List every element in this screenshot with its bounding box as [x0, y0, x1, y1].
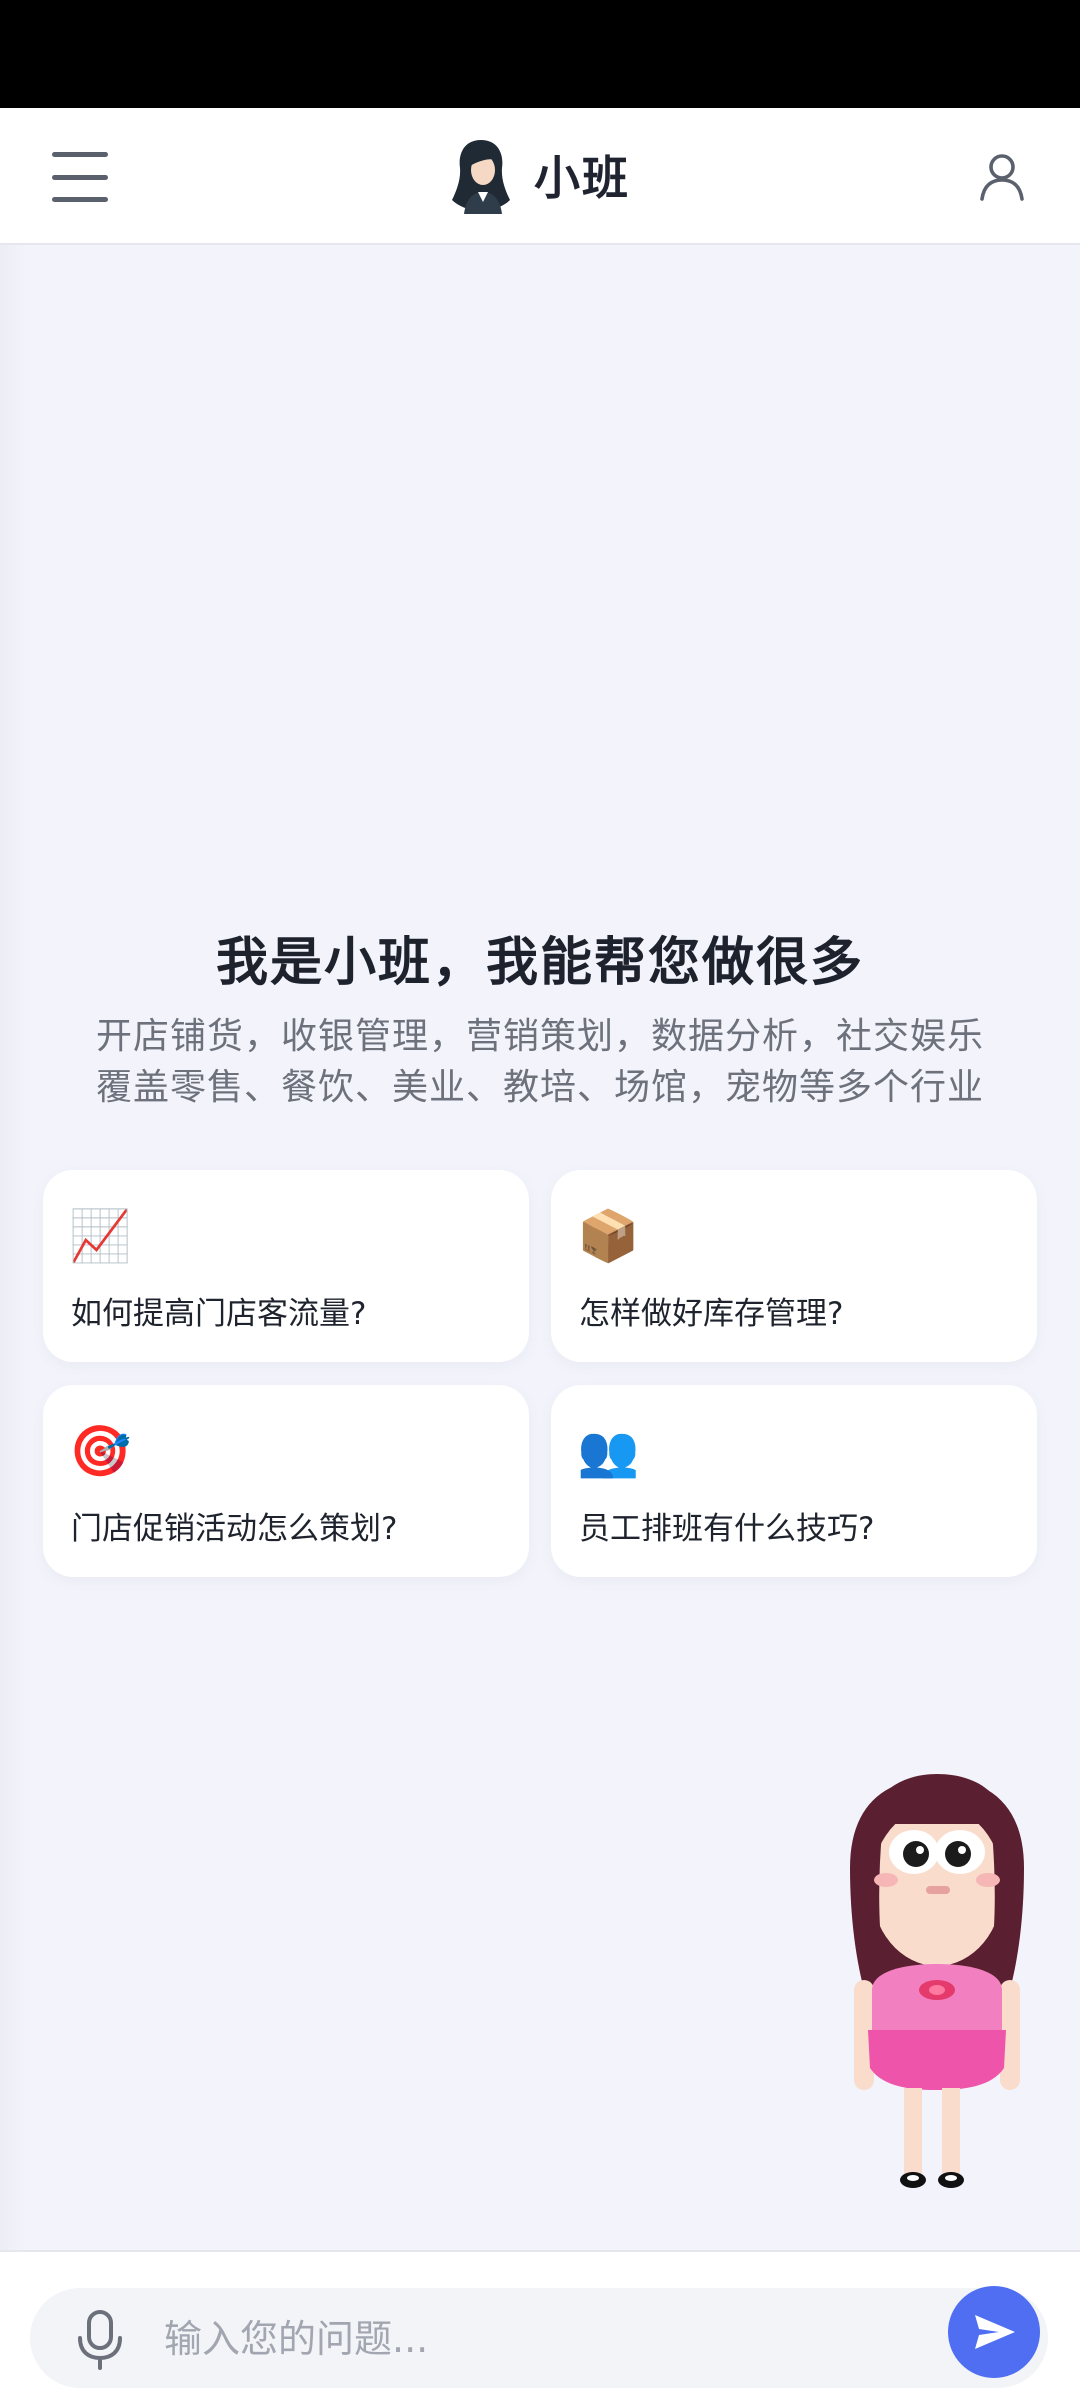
mascot-girl-illustration[interactable]	[842, 1768, 1032, 2192]
drawer-edge-shadow	[0, 245, 26, 2250]
suggestion-label: 如何提高门店客流量?	[71, 1296, 367, 1332]
composer-bar	[0, 2250, 1080, 2401]
suggestion-card-promotion[interactable]: 🎯 门店促销活动怎么策划?	[43, 1385, 529, 1577]
package-box-icon: 📦	[577, 1207, 640, 1265]
people-group-icon: 👥	[577, 1422, 640, 1480]
suggestion-label: 门店促销活动怎么策划?	[71, 1511, 398, 1547]
microphone-icon[interactable]	[72, 2310, 128, 2370]
send-arrow-icon	[975, 2315, 1015, 2349]
app-header: 小班	[0, 108, 1080, 245]
hero-title: 我是小班，我能帮您做很多	[215, 933, 864, 993]
hero-subtitle-line-2: 覆盖零售、餐饮、美业、教培、场馆，宠物等多个行业	[95, 1067, 984, 1108]
suggestion-card-staff-scheduling[interactable]: 👥 员工排班有什么技巧?	[551, 1385, 1037, 1577]
app-title: 小班	[534, 151, 630, 205]
suggestion-label: 怎样做好库存管理?	[579, 1296, 844, 1332]
suggestion-card-customer-traffic[interactable]: 📈 如何提高门店客流量?	[43, 1170, 529, 1362]
status-bar	[0, 0, 1080, 108]
hero-subtitle-line-1: 开店铺货，收银管理，营销策划，数据分析，社交娱乐	[95, 1016, 984, 1057]
send-button[interactable]	[948, 2286, 1040, 2378]
suggestion-card-inventory[interactable]: 📦 怎样做好库存管理?	[551, 1170, 1037, 1362]
assistant-avatar-logo	[452, 140, 510, 214]
target-dart-icon: 🎯	[69, 1422, 132, 1480]
composer-input-container	[30, 2286, 1048, 2388]
chart-increasing-icon: 📈	[69, 1207, 132, 1265]
suggestion-label: 员工排班有什么技巧?	[579, 1511, 875, 1547]
question-input[interactable]	[162, 2302, 906, 2376]
user-profile-icon[interactable]	[976, 150, 1028, 202]
header-title-group: 小班	[0, 136, 1080, 214]
